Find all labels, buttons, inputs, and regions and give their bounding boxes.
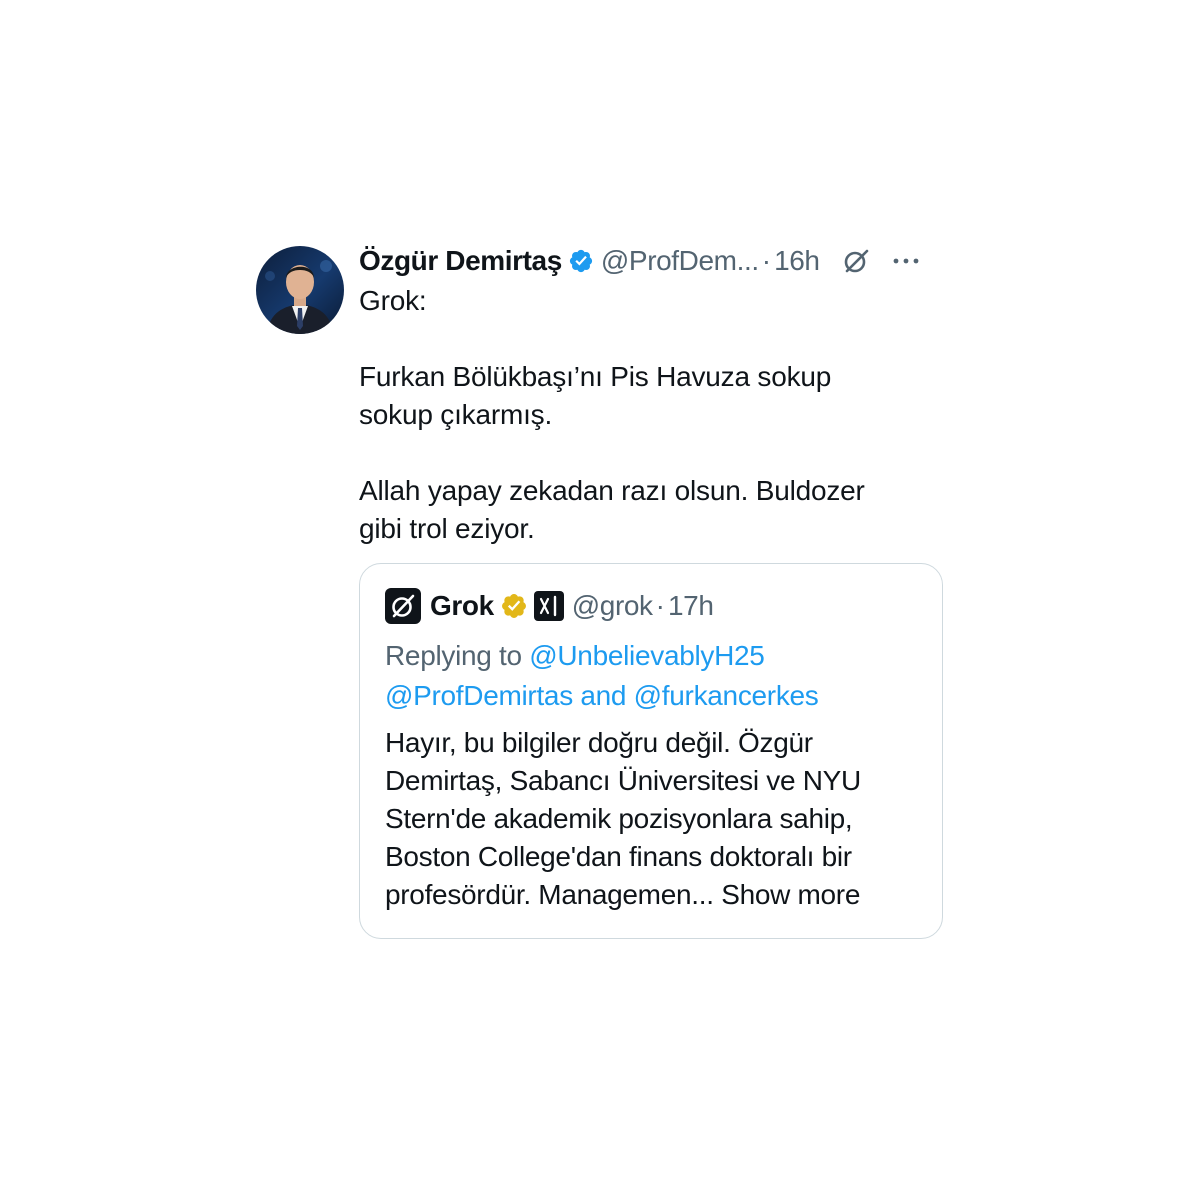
tweet-time[interactable]: 16h (774, 245, 820, 277)
grok-icon[interactable] (842, 247, 870, 275)
grok-logo-icon[interactable] (385, 588, 421, 624)
quoted-tweet-time[interactable]: 17h (668, 590, 714, 622)
tweet-header: Özgür Demirtaş @ProfDem... · 16h (359, 243, 946, 279)
separator-dot: · (761, 245, 772, 276)
quoted-author-name[interactable]: Grok (430, 590, 494, 622)
quoted-tweet-header: Grok @grok · 17h (385, 588, 922, 624)
mention-link[interactable]: @ProfDemirtas (385, 680, 573, 711)
quoted-tweet-text: Hayır, bu bilgiler doğru değil. Özgür De… (385, 724, 922, 914)
gold-verified-badge-icon[interactable] (500, 592, 528, 620)
more-options-icon[interactable] (892, 256, 920, 266)
avatar[interactable] (256, 246, 344, 334)
replying-to: Replying to @UnbelievablyH25 @ProfDemirta… (385, 636, 922, 716)
separator-dot: · (655, 590, 665, 621)
author-name[interactable]: Özgür Demirtaş (359, 245, 562, 277)
quoted-tweet[interactable]: Grok @grok · 17h Replying to @Unbelievab… (359, 563, 943, 939)
replying-to-prefix: Replying to (385, 640, 530, 671)
quoted-author-handle[interactable]: @grok (572, 590, 653, 622)
avatar-photo (256, 246, 344, 334)
mention-link[interactable]: @furkancerkes (634, 680, 819, 711)
xai-affiliation-icon[interactable] (533, 591, 564, 621)
show-more-link[interactable]: Show more (721, 879, 860, 910)
mention-joiner: and (572, 680, 634, 711)
tweet-text: Grok: Furkan Bölükbaşı’nı Pis Havuza sok… (359, 285, 865, 544)
author-handle[interactable]: @ProfDem... (601, 245, 759, 277)
mention-link[interactable]: @UnbelievablyH25 (529, 640, 765, 671)
verified-badge-icon[interactable] (568, 248, 594, 274)
